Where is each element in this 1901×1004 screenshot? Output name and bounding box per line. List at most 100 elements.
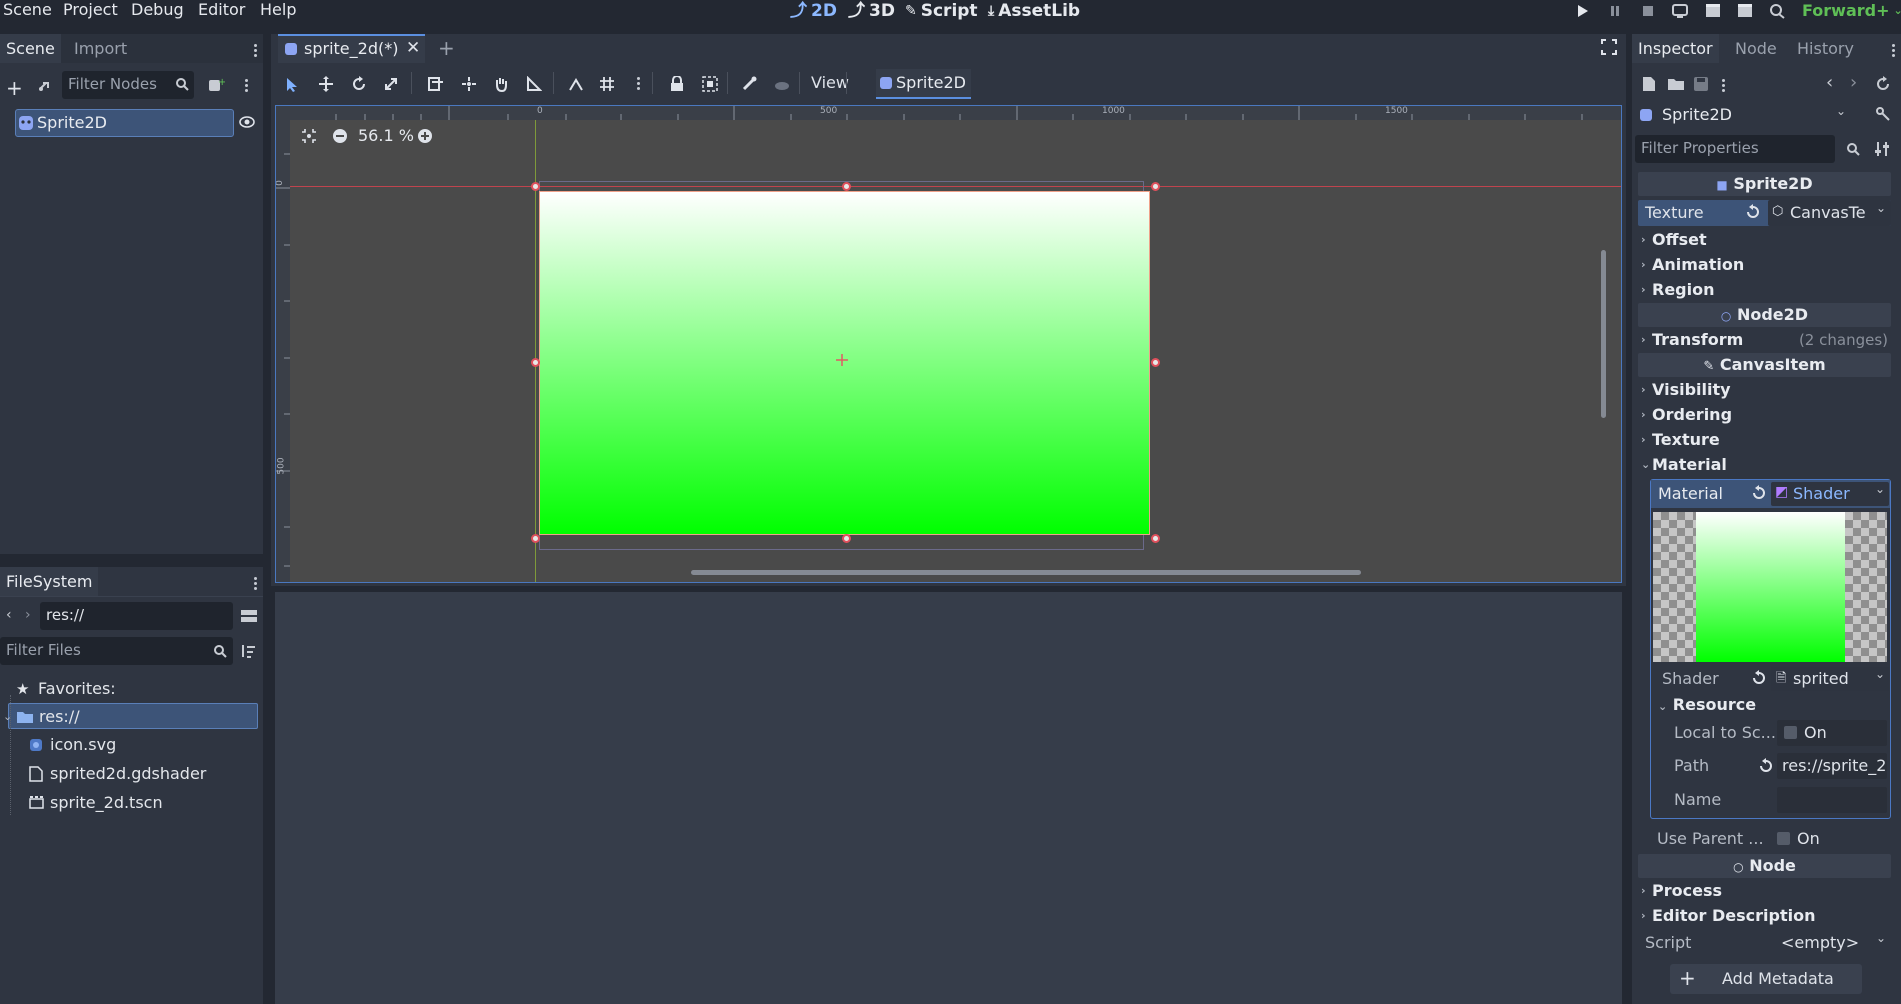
sprite2d-menu-button[interactable]: Sprite2D (876, 69, 971, 99)
filesystem-dock-menu-icon[interactable] (254, 575, 260, 592)
workspace-2d-button[interactable]: ⤴ 2D (790, 0, 837, 22)
group-region[interactable]: › Region (1638, 278, 1891, 302)
workspace-3d-button[interactable]: ⤴ 3D (848, 0, 895, 22)
play-scene-icon[interactable] (1703, 2, 1723, 20)
attach-script-icon[interactable]: + (207, 76, 225, 94)
horizontal-scrollbar[interactable] (691, 570, 1361, 575)
resize-handle[interactable] (842, 182, 851, 191)
folder-res-row[interactable]: ⌄ res:// (3, 703, 258, 729)
group-transform[interactable]: › Transform (2 changes) (1638, 328, 1891, 352)
smart-snap-icon[interactable] (568, 76, 584, 92)
resize-handle[interactable] (531, 182, 540, 191)
group-texture[interactable]: › Texture (1638, 428, 1891, 452)
shader-resource-picker[interactable]: 🗎 sprited ⌄ (1771, 667, 1889, 691)
back-icon[interactable]: ‹ (6, 607, 12, 623)
snap-options-icon[interactable] (637, 75, 643, 92)
tab-history[interactable]: History (1791, 34, 1860, 63)
menu-editor[interactable]: Editor (198, 0, 245, 22)
skeleton-icon[interactable] (741, 76, 757, 92)
section-node[interactable]: ○ Node (1638, 854, 1891, 878)
close-icon[interactable]: ✕ (406, 38, 420, 58)
group-icon[interactable] (702, 76, 718, 92)
group-offset[interactable]: › Offset (1638, 228, 1891, 252)
tab-filesystem[interactable]: FileSystem (0, 567, 99, 596)
name-field[interactable] (1777, 787, 1887, 813)
new-resource-icon[interactable] (1642, 76, 1656, 92)
zoom-level-label[interactable]: 56.1 % (358, 126, 414, 145)
pivot-cross-icon[interactable] (835, 353, 849, 367)
movie-maker-icon[interactable] (1767, 2, 1787, 20)
new-tab-icon[interactable]: + (438, 36, 455, 60)
group-animation[interactable]: › Animation (1638, 253, 1891, 277)
tab-import[interactable]: Import (68, 34, 133, 63)
resize-handle[interactable] (1151, 534, 1160, 543)
forward-icon[interactable]: › (25, 607, 31, 623)
workspace-script-button[interactable]: ✎ Script (905, 0, 978, 22)
add-metadata-button[interactable]: + Add Metadata (1670, 964, 1862, 994)
tab-sprite-2d[interactable]: sprite_2d(*) ✕ (278, 34, 425, 63)
resize-handle[interactable] (842, 534, 851, 543)
file-row[interactable]: sprited2d.gdshader (0, 761, 262, 787)
revert-icon[interactable] (1745, 204, 1761, 220)
node-properties-icon[interactable] (1875, 106, 1891, 122)
group-editor-description[interactable]: › Editor Description (1638, 904, 1891, 928)
file-row[interactable]: sprite_2d.tscn (0, 790, 262, 816)
list-select-icon[interactable] (428, 76, 444, 92)
menu-scene[interactable]: Scene (3, 0, 52, 22)
stop-icon[interactable] (1638, 2, 1658, 20)
toggle-split-icon[interactable] (241, 608, 257, 624)
filter-properties-input[interactable]: Filter Properties (1635, 135, 1835, 163)
open-folder-icon[interactable] (1668, 77, 1684, 91)
instance-scene-icon[interactable] (36, 78, 54, 94)
cpu-particles-icon[interactable] (774, 76, 790, 92)
inspector-dock-menu-icon[interactable] (1892, 42, 1898, 59)
resize-handle[interactable] (1151, 358, 1160, 367)
distraction-free-icon[interactable] (1601, 39, 1617, 55)
object-selector[interactable]: Sprite2D ⌄ (1636, 102, 1854, 130)
menu-help[interactable]: Help (260, 0, 296, 22)
history-forward-icon[interactable]: › (1850, 72, 1857, 93)
view-menu-button[interactable]: View (811, 70, 849, 96)
scale-mode-icon[interactable] (383, 76, 399, 92)
ruler-mode-icon[interactable] (526, 76, 542, 92)
pause-icon[interactable] (1605, 2, 1625, 20)
section-canvasitem[interactable]: ✎ CanvasItem (1638, 353, 1891, 377)
object-history-icon[interactable] (1875, 76, 1891, 92)
menu-project[interactable]: Project (63, 0, 118, 22)
lock-icon[interactable] (670, 76, 684, 92)
revert-icon[interactable] (1751, 670, 1767, 686)
resize-handle[interactable] (531, 534, 540, 543)
script-picker[interactable]: <empty> ⌄ (1768, 930, 1891, 956)
section-node2d[interactable]: ○ Node2D (1638, 303, 1891, 327)
texture-resource-picker[interactable]: ⬡ CanvasTe ⌄ (1768, 200, 1891, 226)
menu-debug[interactable]: Debug (131, 0, 184, 22)
center-view-icon[interactable] (301, 128, 317, 144)
group-visibility[interactable]: › Visibility (1638, 378, 1891, 402)
vertical-scrollbar[interactable] (1601, 250, 1606, 418)
workspace-assetlib-button[interactable]: ⤓ AssetLib (988, 0, 1080, 22)
tab-node[interactable]: Node (1729, 34, 1783, 63)
resize-handle[interactable] (1151, 182, 1160, 191)
filter-files-input[interactable]: Filter Files (0, 637, 233, 665)
revert-icon[interactable] (1751, 485, 1767, 501)
file-row[interactable]: icon.svg (0, 732, 262, 758)
renderer-dropdown[interactable]: Forward+ ⌄ (1802, 0, 1901, 22)
tab-inspector[interactable]: Inspector (1632, 34, 1719, 63)
tab-scene[interactable]: Scene (0, 34, 61, 63)
zoom-out-icon[interactable] (333, 129, 347, 143)
favorites-row[interactable]: ★ Favorites: (0, 676, 262, 702)
scene-dock-menu-icon[interactable] (254, 42, 260, 59)
group-process[interactable]: › Process (1638, 879, 1891, 903)
local-to-scene-toggle[interactable]: On (1777, 720, 1887, 746)
material-resource-picker[interactable]: ◩ Shader ⌄ (1771, 482, 1889, 506)
visibility-eye-icon[interactable] (239, 115, 255, 129)
canvas-viewport[interactable]: 0 500 1000 1500 0 500 56.1 % (275, 105, 1622, 583)
use-parent-material-toggle[interactable]: On (1770, 826, 1888, 852)
resize-handle[interactable] (531, 358, 540, 367)
play-custom-scene-icon[interactable] (1735, 2, 1755, 20)
remote-debug-icon[interactable] (1670, 2, 1690, 20)
play-icon[interactable] (1572, 2, 1592, 20)
save-icon[interactable] (1694, 77, 1708, 91)
tree-node-sprite2d[interactable]: Sprite2D (15, 109, 234, 137)
revert-icon[interactable] (1758, 758, 1774, 774)
